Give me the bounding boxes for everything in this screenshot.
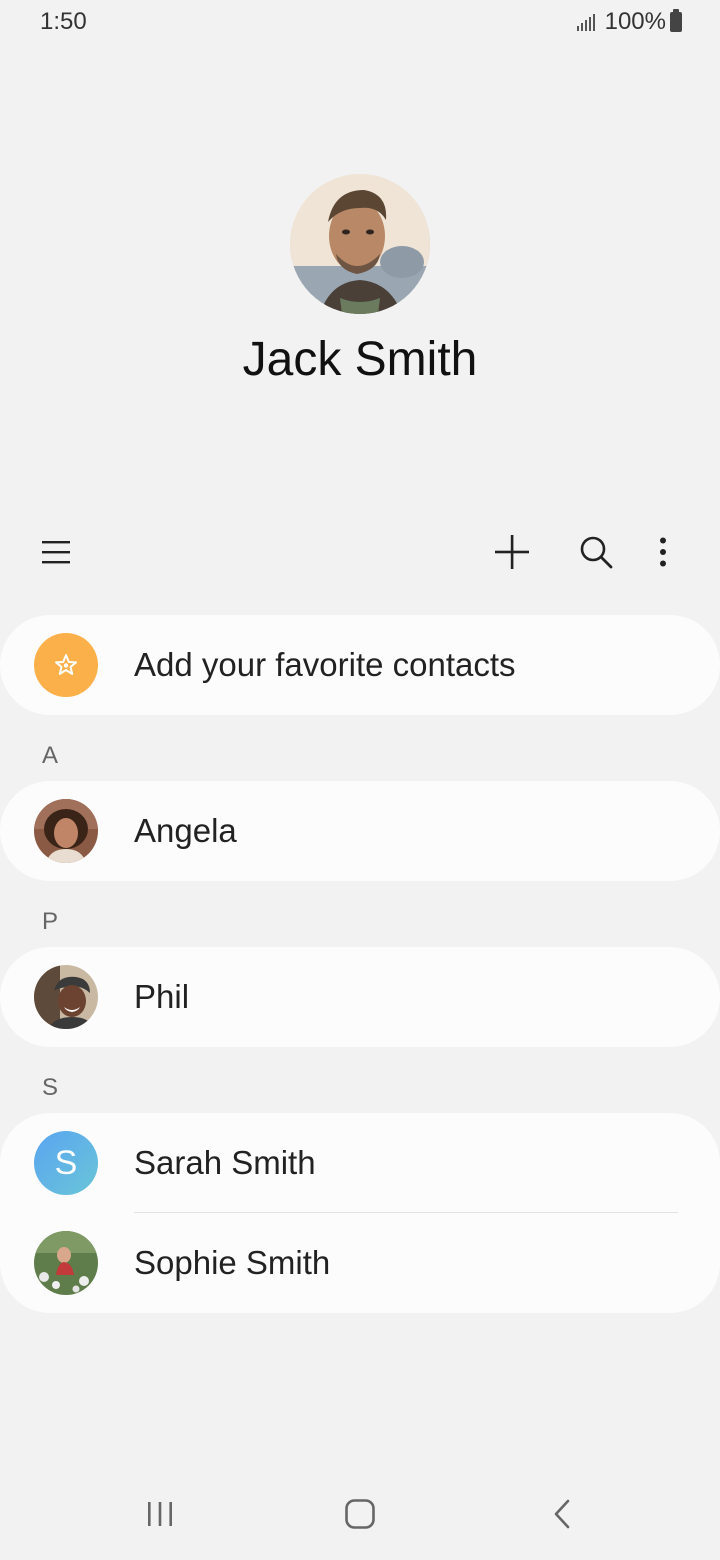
avatar bbox=[34, 799, 98, 863]
section-header-a: A bbox=[42, 742, 59, 769]
signal-icon bbox=[576, 13, 597, 31]
search-icon[interactable] bbox=[566, 522, 626, 582]
battery-icon bbox=[670, 9, 682, 32]
contact-row[interactable]: Sophie Smith bbox=[0, 1213, 720, 1313]
recents-icon[interactable] bbox=[130, 1484, 190, 1544]
section-header-p: P bbox=[42, 908, 59, 935]
navigation-bar bbox=[0, 1470, 720, 1560]
contacts-card-s: S Sarah Smith Sophie Smith bbox=[0, 1113, 720, 1313]
toolbar bbox=[0, 522, 720, 582]
contact-row[interactable]: S Sarah Smith bbox=[0, 1113, 720, 1213]
battery-percent: 100% bbox=[604, 8, 666, 35]
contacts-card-a: Angela bbox=[0, 781, 720, 881]
status-bar: 1:50 100% bbox=[0, 0, 720, 44]
contact-name: Angela bbox=[134, 812, 237, 849]
menu-icon[interactable] bbox=[26, 522, 86, 582]
favorites-card[interactable]: Add your favorite contacts bbox=[0, 615, 720, 715]
avatar bbox=[34, 1231, 98, 1295]
more-vert-icon[interactable] bbox=[633, 522, 693, 582]
back-icon[interactable] bbox=[532, 1484, 592, 1544]
profile-name: Jack Smith bbox=[242, 333, 478, 386]
contact-row[interactable]: Angela bbox=[0, 781, 720, 881]
contacts-card-p: Phil bbox=[0, 947, 720, 1047]
contact-name: Sophie Smith bbox=[134, 1244, 331, 1281]
add-favorites-label: Add your favorite contacts bbox=[134, 646, 516, 683]
contact-name: Phil bbox=[134, 978, 190, 1015]
avatar: S bbox=[34, 1131, 98, 1195]
star-icon bbox=[34, 633, 98, 697]
avatar bbox=[34, 965, 98, 1029]
section-header-s: S bbox=[42, 1074, 59, 1101]
profile-avatar[interactable] bbox=[290, 174, 430, 314]
status-indicators: 100% bbox=[576, 8, 682, 36]
home-icon[interactable] bbox=[330, 1484, 390, 1544]
contact-row[interactable]: Phil bbox=[0, 947, 720, 1047]
status-time: 1:50 bbox=[40, 8, 87, 35]
profile-photo bbox=[290, 174, 430, 314]
add-favorites-row[interactable]: Add your favorite contacts bbox=[0, 615, 720, 715]
contact-name: Sarah Smith bbox=[134, 1144, 316, 1181]
plus-icon[interactable] bbox=[482, 522, 542, 582]
